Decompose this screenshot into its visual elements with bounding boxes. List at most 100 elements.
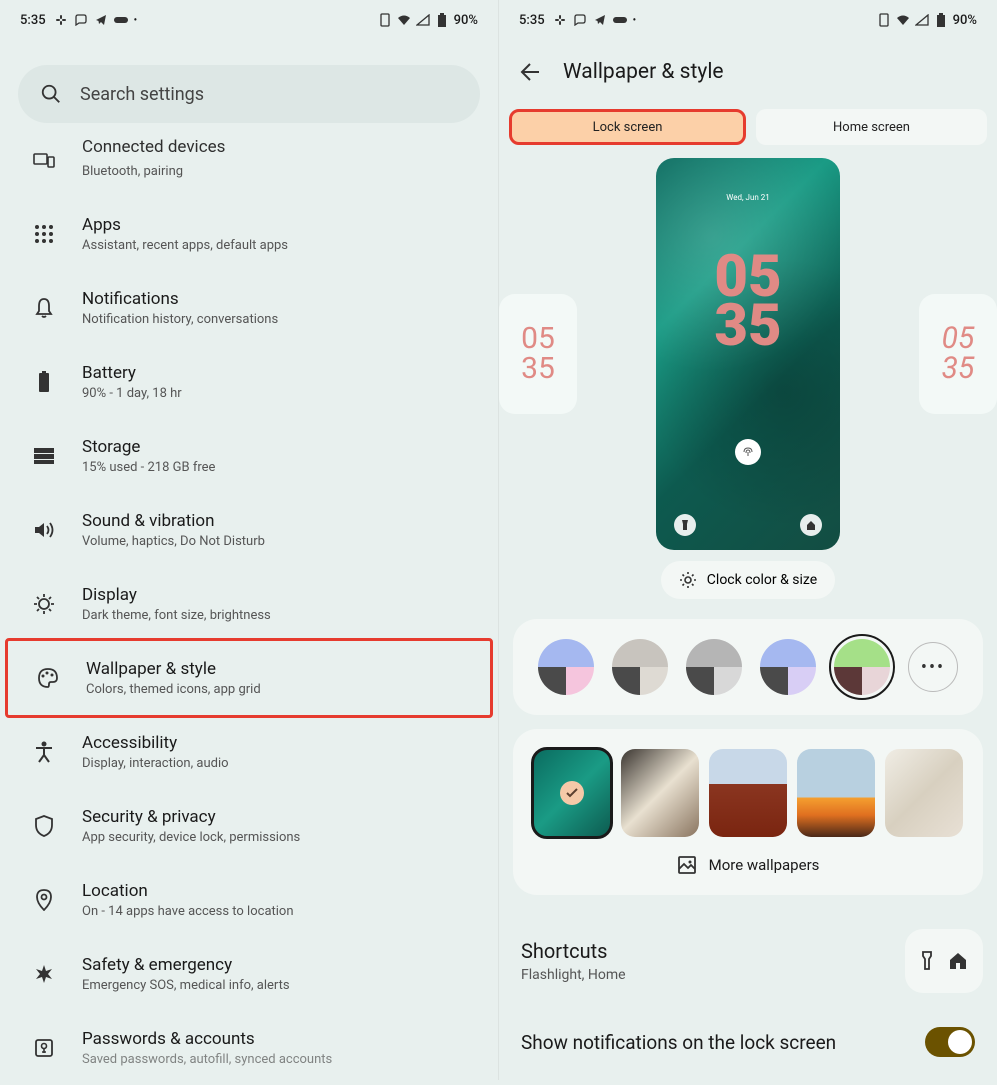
settings-item-display[interactable]: DisplayDark theme, font size, brightness: [4, 567, 494, 641]
settings-item-security[interactable]: Security & privacyApp security, device l…: [4, 789, 494, 863]
gear-icon: [679, 571, 697, 589]
flashlight-shortcut-icon: [674, 514, 696, 536]
wallpaper-option-0[interactable]: [533, 749, 611, 837]
settings-item-apps[interactable]: Apps Assistant, recent apps, default apps: [4, 197, 494, 271]
clock-hours: 05: [942, 324, 975, 354]
clock-minutes: 35: [521, 354, 555, 384]
wallpaper-option-4[interactable]: [885, 749, 963, 837]
more-wallpapers-button[interactable]: More wallpapers: [533, 855, 963, 875]
shield-icon: [32, 814, 56, 838]
signal-icon: [915, 13, 929, 27]
settings-title: Wallpaper & style: [86, 659, 261, 679]
wallpaper-option-2[interactable]: [709, 749, 787, 837]
settings-list: Connected devicesBluetooth, pairing Apps…: [0, 141, 498, 1085]
phone-icon: [877, 13, 891, 27]
toggle-switch[interactable]: [925, 1027, 975, 1057]
palette-option-4[interactable]: [834, 639, 890, 695]
battery-icon: [934, 13, 948, 27]
tab-home-screen[interactable]: Home screen: [756, 109, 987, 145]
page-title: Wallpaper & style: [563, 60, 724, 84]
lock-date: Wed, Jun 21: [726, 193, 770, 202]
search-bar[interactable]: Search settings: [18, 65, 480, 123]
status-bar: 5:35 • 90%: [0, 0, 498, 40]
settings-title: Passwords & accounts: [82, 1029, 332, 1049]
slack-icon: [54, 13, 68, 27]
shortcuts-row[interactable]: Shortcuts Flashlight, Home: [499, 909, 997, 1015]
search-placeholder: Search settings: [80, 84, 204, 105]
shortcuts-subtitle: Flashlight, Home: [521, 967, 626, 983]
settings-item-wallpaper-style[interactable]: Wallpaper & styleColors, themed icons, a…: [5, 638, 493, 718]
settings-item-accessibility[interactable]: AccessibilityDisplay, interaction, audio: [4, 715, 494, 789]
slack-icon: [553, 13, 567, 27]
settings-item-storage[interactable]: Storage15% used - 218 GB free: [4, 419, 494, 493]
settings-item-connected-devices[interactable]: Connected devicesBluetooth, pairing: [4, 141, 494, 197]
clock-style-option-left[interactable]: 05 35: [499, 294, 577, 414]
clock-color-size-button[interactable]: Clock color & size: [661, 561, 835, 599]
phone-icon: [378, 13, 392, 27]
home-shortcut-icon: [800, 514, 822, 536]
settings-subtitle: App security, device lock, permissions: [82, 830, 300, 845]
notifications-toggle-row[interactable]: Show notifications on the lock screen: [499, 1015, 997, 1069]
tab-lock-screen[interactable]: Lock screen: [509, 109, 746, 145]
fingerprint-icon: [735, 439, 761, 465]
sound-icon: [32, 518, 56, 542]
more-palettes-button[interactable]: •••: [908, 642, 958, 692]
game-icon: [613, 13, 627, 27]
telegram-icon: [593, 13, 607, 27]
location-icon: [32, 888, 56, 912]
settings-title: Battery: [82, 363, 182, 383]
wifi-icon: [896, 13, 910, 27]
image-icon: [677, 855, 697, 875]
back-button[interactable]: [519, 61, 541, 83]
settings-title: Storage: [82, 437, 215, 457]
settings-title: Display: [82, 585, 271, 605]
palette-option-2[interactable]: [686, 639, 742, 695]
settings-subtitle: 90% - 1 day, 18 hr: [82, 386, 182, 401]
dot-icon: •: [134, 15, 138, 26]
home-icon: [948, 952, 968, 970]
wifi-icon: [397, 13, 411, 27]
settings-subtitle: Bluetooth, pairing: [82, 164, 225, 179]
emergency-icon: [32, 962, 56, 986]
clock-style-option-right[interactable]: 05 35: [919, 294, 997, 414]
settings-title: Safety & emergency: [82, 955, 290, 975]
settings-subtitle: Display, interaction, audio: [82, 756, 229, 771]
settings-item-notifications[interactable]: NotificationsNotification history, conve…: [4, 271, 494, 345]
shortcuts-preview: [905, 929, 983, 993]
bell-icon: [32, 296, 56, 320]
search-icon: [40, 83, 62, 105]
telegram-icon: [94, 13, 108, 27]
settings-item-battery[interactable]: Battery 90% - 1 day, 18 hr: [4, 345, 494, 419]
battery-percent: 90%: [953, 13, 977, 28]
palette-option-1[interactable]: [612, 639, 668, 695]
wallpaper-card: More wallpapers: [513, 729, 983, 895]
battery-icon: [435, 13, 449, 27]
settings-title: Apps: [82, 215, 288, 235]
check-icon: [560, 781, 584, 805]
settings-item-location[interactable]: Location On - 14 apps have access to loca…: [4, 863, 494, 937]
settings-item-passwords[interactable]: Passwords & accountsSaved passwords, aut…: [4, 1011, 494, 1085]
wallpaper-option-3[interactable]: [797, 749, 875, 837]
accessibility-icon: [32, 740, 56, 764]
settings-title: Location: [82, 881, 294, 901]
settings-title: Sound & vibration: [82, 511, 265, 531]
signal-icon: [416, 13, 430, 27]
settings-subtitle: Assistant, recent apps, default apps: [82, 238, 288, 253]
chat-icon: [74, 13, 88, 27]
settings-item-sound[interactable]: Sound & vibrationVolume, haptics, Do Not…: [4, 493, 494, 567]
wallpaper-option-1[interactable]: [621, 749, 699, 837]
apps-icon: [32, 222, 56, 246]
more-wallpapers-label: More wallpapers: [709, 856, 820, 874]
lock-screen-preview[interactable]: Wed, Jun 21 0535: [656, 158, 840, 550]
clock-color-label: Clock color & size: [707, 572, 817, 588]
status-bar: 5:35 • 90%: [499, 0, 997, 40]
clock-minutes: 35: [942, 354, 975, 384]
battery-large-icon: [32, 370, 56, 394]
dot-icon: •: [633, 15, 637, 26]
palette-option-0[interactable]: [538, 639, 594, 695]
settings-item-safety[interactable]: Safety & emergencyEmergency SOS, medical…: [4, 937, 494, 1011]
battery-percent: 90%: [454, 13, 478, 28]
status-time: 5:35: [519, 13, 545, 28]
settings-subtitle: On - 14 apps have access to location: [82, 904, 294, 919]
palette-option-3[interactable]: [760, 639, 816, 695]
